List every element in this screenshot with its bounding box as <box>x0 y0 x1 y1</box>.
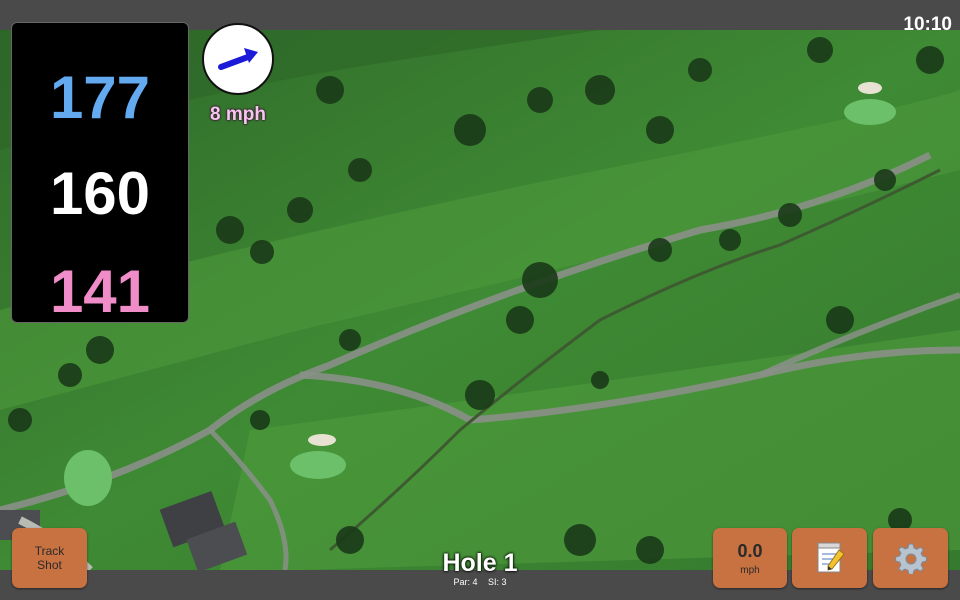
wind-speed-label: 8 mph <box>210 104 266 125</box>
wind-direction-indicator <box>202 23 274 95</box>
track-shot-label-line2: Shot <box>37 558 62 572</box>
back-yardage: 177 <box>49 64 151 131</box>
hole-title: Hole 1 <box>442 549 518 577</box>
center-yardage: 160 <box>49 160 151 227</box>
hole-info: Par: 4 SI: 3 <box>400 577 560 587</box>
wind-adjust-unit: mph <box>740 564 760 576</box>
track-shot-label-line1: Track <box>34 544 65 558</box>
wind-adjust-value: 0.0 <box>737 540 763 561</box>
settings-button[interactable] <box>873 528 948 588</box>
yardage-panel: 177 160 141 <box>11 22 189 325</box>
front-yardage: 141 <box>49 258 151 325</box>
status-clock: 10:10 <box>903 14 952 35</box>
notepad-icon <box>817 542 845 573</box>
gear-icon <box>894 543 927 574</box>
hole-stroke-index: SI: 3 <box>488 577 507 587</box>
wind-arrow-icon <box>218 48 258 70</box>
track-shot-button[interactable]: Track Shot <box>12 528 87 588</box>
wind-adjust-button[interactable]: 0.0 mph <box>713 528 787 588</box>
notes-button[interactable] <box>792 528 867 588</box>
hole-par: Par: 4 <box>453 577 478 587</box>
